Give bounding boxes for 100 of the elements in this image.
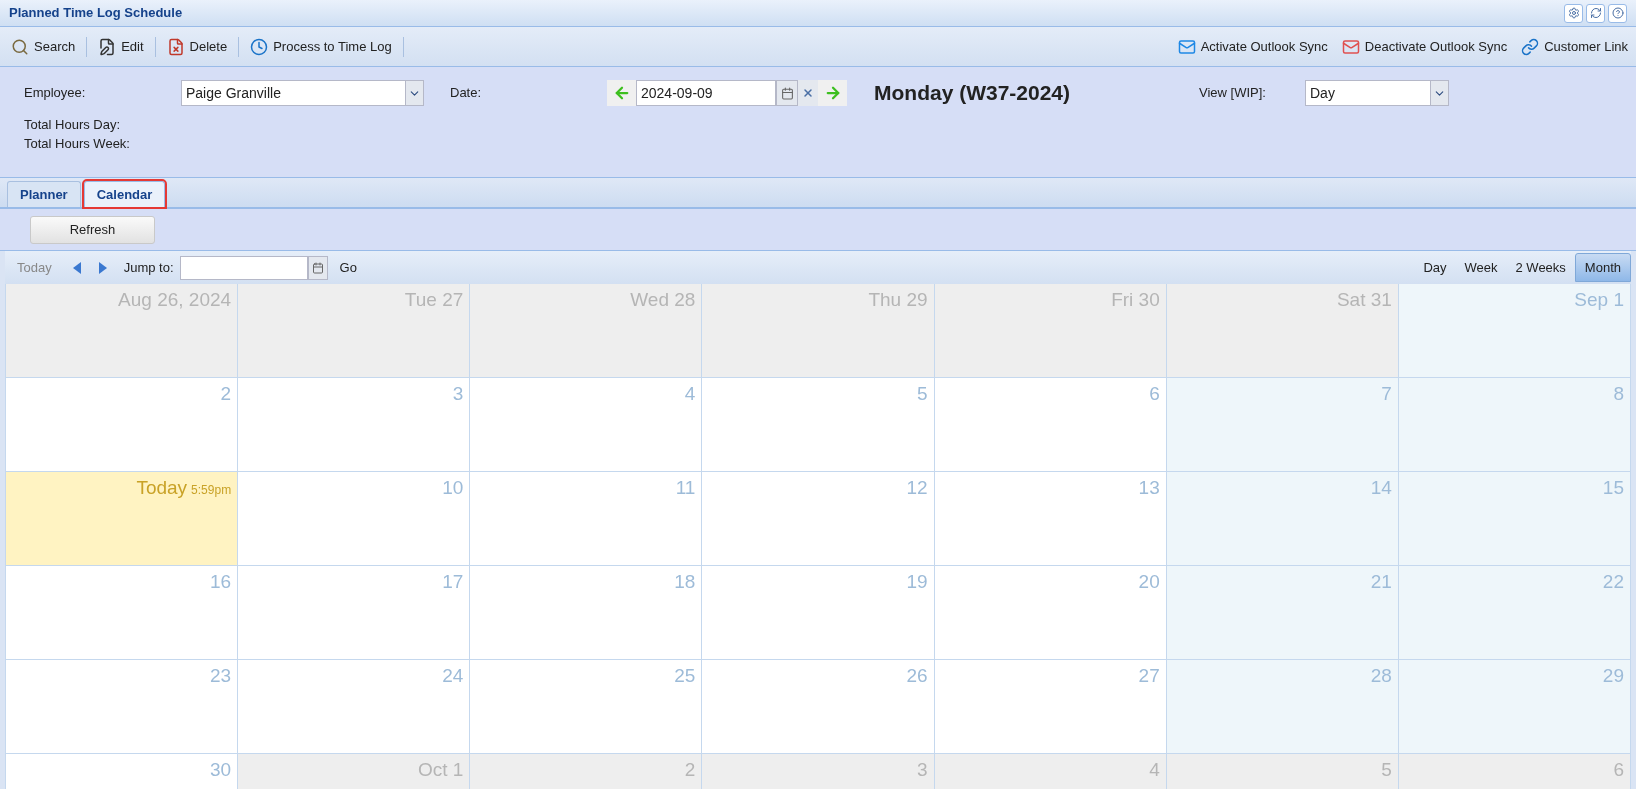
today-button[interactable]: Today <box>17 257 52 278</box>
link-icon <box>1521 37 1540 56</box>
calendar-day-cell[interactable]: 10 <box>238 472 471 566</box>
calendar-day-cell[interactable]: Sep 1 <box>1398 284 1631 378</box>
date-picker-button[interactable] <box>307 255 328 280</box>
day-label: 5 <box>1381 758 1392 782</box>
calendar-day-cell[interactable]: Wed 28 <box>470 284 703 378</box>
calendar-icon <box>311 261 324 274</box>
calendar-day-cell[interactable]: Tue 27 <box>238 284 471 378</box>
calendar-day-cell[interactable]: 23 <box>6 660 239 754</box>
calendar-day-cell[interactable]: Sat 31 <box>1166 284 1399 378</box>
day-label: 4 <box>684 382 696 406</box>
calendar-day-cell[interactable]: 5 <box>1166 754 1399 789</box>
day-label: 29 <box>1602 664 1624 688</box>
calendar-day-cell[interactable]: 25 <box>470 660 703 754</box>
help-button[interactable] <box>1608 3 1627 23</box>
calendar-day-cell[interactable]: Oct 1 <box>238 754 471 789</box>
calendar-day-cell[interactable]: 3 <box>238 378 471 472</box>
calendar-day-cell[interactable]: 22 <box>1398 566 1631 660</box>
toolbar-button[interactable]: Activate Outlook Sync <box>1177 36 1328 57</box>
close-icon <box>802 87 814 99</box>
jump-to-date-field[interactable] <box>179 255 308 280</box>
calendar-day-cell[interactable]: 6 <box>934 378 1167 472</box>
calendar-day-cell[interactable]: 5 <box>702 378 935 472</box>
toolbar-button[interactable]: Deactivate Outlook Sync <box>1341 36 1508 57</box>
clear-date-button[interactable] <box>798 80 818 106</box>
day-label: 23 <box>210 664 232 688</box>
day-label: 2 <box>220 382 232 406</box>
toolbar-button[interactable]: Customer Link <box>1521 36 1628 57</box>
view-tab[interactable]: Day <box>1414 253 1456 282</box>
day-label: 2 <box>684 758 696 782</box>
next-day-button[interactable] <box>818 80 847 106</box>
refresh-button[interactable] <box>1586 3 1605 23</box>
day-label: 3 <box>917 758 928 782</box>
calendar-day-cell[interactable]: 18 <box>470 566 703 660</box>
previous-day-button[interactable] <box>607 80 636 106</box>
day-label: 18 <box>674 570 696 594</box>
toolbar-button[interactable]: Edit <box>95 36 147 57</box>
date-field[interactable]: 2024-09-09 <box>636 80 776 106</box>
calendar-day-cell[interactable]: 6 <box>1398 754 1631 789</box>
calendar-day-cell[interactable]: 15 <box>1398 472 1631 566</box>
calendar-day-cell[interactable]: 27 <box>934 660 1167 754</box>
date-picker-button[interactable] <box>776 80 798 106</box>
calendar-day-cell[interactable]: 3 <box>702 754 935 789</box>
calendar-day-cell[interactable]: 16 <box>6 566 239 660</box>
day-label: 19 <box>906 570 928 594</box>
calendar-day-cell[interactable]: Fri 30 <box>934 284 1167 378</box>
calendar-day-cell[interactable]: 13 <box>934 472 1167 566</box>
employee-dropdown[interactable]: Paige Granville <box>181 80 424 106</box>
calendar-day-cell[interactable]: Thu 29 <box>702 284 935 378</box>
tab[interactable]: Planner <box>7 181 81 207</box>
calendar-day-cell[interactable]: 29 <box>1398 660 1631 754</box>
view-tab[interactable]: Week <box>1455 253 1507 282</box>
toolbar-button[interactable]: Search <box>8 36 79 57</box>
calendar-day-cell[interactable]: 24 <box>238 660 471 754</box>
day-label: 30 <box>210 758 232 782</box>
day-label: 10 <box>442 476 464 500</box>
toolbar-button[interactable]: Delete <box>163 36 231 57</box>
current-time: 5:59pm <box>191 482 232 499</box>
day-label: 27 <box>1138 664 1160 688</box>
calendar-day-cell[interactable]: 21 <box>1166 566 1399 660</box>
day-label: Tue 27 <box>404 288 464 312</box>
calendar-day-cell[interactable]: 20 <box>934 566 1167 660</box>
document-pen-icon <box>98 37 117 56</box>
calendar-day-cell[interactable]: 2 <box>6 378 239 472</box>
calendar-day-cell[interactable]: 8 <box>1398 378 1631 472</box>
calendar-day-cell[interactable]: 14 <box>1166 472 1399 566</box>
calendar-day-cell[interactable]: 7 <box>1166 378 1399 472</box>
view-tab[interactable]: Month <box>1574 253 1631 282</box>
calendar-day-cell[interactable]: 2 <box>470 754 703 789</box>
day-label: 11 <box>675 476 696 500</box>
mail-icon <box>1341 37 1360 56</box>
calendar-day-cell[interactable]: 4 <box>470 378 703 472</box>
day-label: Aug 26, 2024 <box>118 288 232 312</box>
calendar-day-cell[interactable]: 19 <box>702 566 935 660</box>
toolbar-button[interactable]: Process to Time Log <box>247 36 395 57</box>
refresh-button[interactable]: Refresh <box>30 215 155 244</box>
go-button[interactable]: Go <box>339 257 357 278</box>
view-tab[interactable]: 2 Weeks <box>1506 253 1575 282</box>
calendar-day-cell[interactable]: 26 <box>702 660 935 754</box>
tab[interactable]: Calendar <box>83 181 166 207</box>
day-label: Wed 28 <box>630 288 696 312</box>
field-label: View [WIP]: <box>1199 84 1267 103</box>
total-label: Total Hours Day: <box>24 116 122 134</box>
view-dropdown[interactable]: Day <box>1305 80 1449 106</box>
day-label: 4 <box>1149 758 1160 782</box>
calendar-day-cell[interactable]: Aug 26, 2024 <box>6 284 239 378</box>
calendar-day-cell[interactable]: 17 <box>238 566 471 660</box>
right-triangle-icon <box>98 261 107 274</box>
day-label: 5 <box>917 382 928 406</box>
calendar-day-cell[interactable]: 28 <box>1166 660 1399 754</box>
day-label: 25 <box>674 664 696 688</box>
calendar-day-cell[interactable]: Today 5:59pm <box>6 472 239 566</box>
day-label: Thu 29 <box>868 288 928 312</box>
calendar-day-cell[interactable]: 4 <box>934 754 1167 789</box>
document-delete-icon <box>166 37 185 56</box>
calendar-day-cell[interactable]: 12 <box>702 472 935 566</box>
calendar-day-cell[interactable]: 11 <box>470 472 703 566</box>
settings-button[interactable] <box>1564 3 1583 23</box>
help-icon <box>1611 7 1624 19</box>
